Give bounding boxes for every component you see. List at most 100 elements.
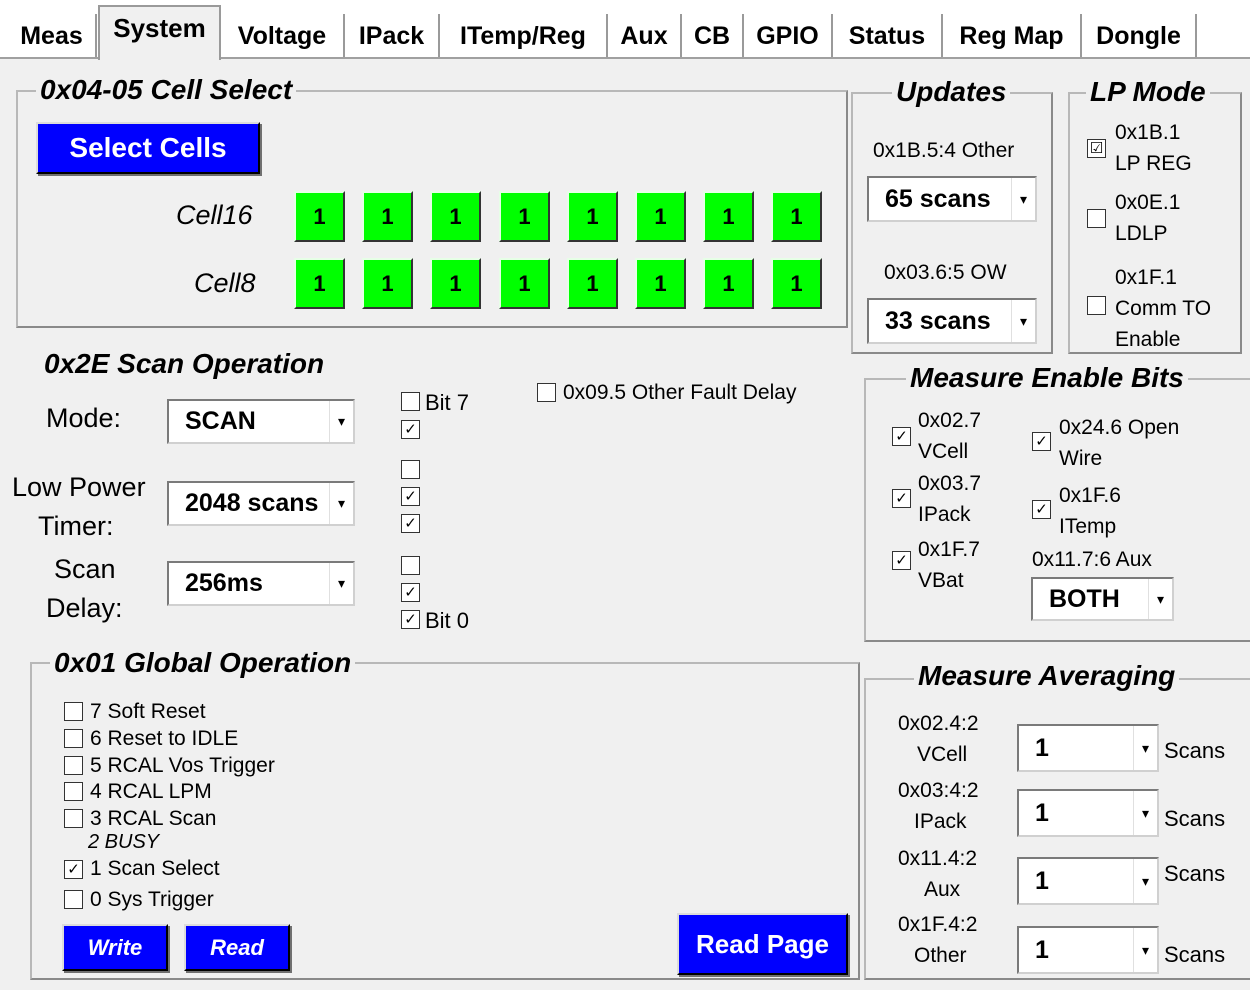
rcal-lpm-checkbox[interactable] (64, 782, 83, 801)
cell-bit-button[interactable]: 1 (430, 258, 481, 309)
cell-bit-button[interactable]: 1 (703, 191, 754, 242)
cell-bit-button[interactable]: 1 (430, 191, 481, 242)
tab-voltage[interactable]: Voltage (221, 14, 345, 58)
aux-enable-label: 0x11.7:6 Aux (1032, 548, 1152, 571)
read-page-button[interactable]: Read Page (677, 913, 848, 975)
mode-dropdown[interactable]: SCAN ▾ (167, 399, 355, 444)
rcal-vos-checkbox[interactable] (64, 756, 83, 775)
updates-ow-dropdown[interactable]: 33 scans ▾ (867, 298, 1037, 344)
cell8-label: Cell8 (194, 268, 256, 298)
cell-bit-button[interactable]: 1 (771, 258, 822, 309)
tab-gpio[interactable]: GPIO (744, 14, 833, 58)
ldlp-checkbox[interactable] (1087, 209, 1106, 228)
tab-system[interactable]: System (98, 5, 221, 60)
cell-bit-button[interactable]: 1 (567, 258, 618, 309)
tab-dongle[interactable]: Dongle (1082, 14, 1197, 58)
itemp-enable-label-2: ITemp (1059, 515, 1117, 538)
sys-trigger-label: 0 Sys Trigger (90, 888, 214, 911)
tab-bar: Meas System Voltage IPack ITemp/Reg Aux … (0, 0, 1250, 60)
cell-bit-button[interactable]: 1 (499, 191, 550, 242)
soft-reset-checkbox[interactable] (64, 702, 83, 721)
reset-idle-checkbox[interactable] (64, 729, 83, 748)
cell-bit-button[interactable]: 1 (635, 191, 686, 242)
cell-bit-button[interactable]: 1 (294, 191, 345, 242)
cell-bit-button[interactable]: 1 (362, 258, 413, 309)
rcal-scan-checkbox[interactable] (64, 809, 83, 828)
vbat-enable-checkbox[interactable]: ✓ (892, 551, 911, 570)
sys-trigger-checkbox[interactable] (64, 890, 83, 909)
avg-vcell-dropdown[interactable]: 1 ▾ (1017, 724, 1159, 772)
scan-bit-1-checkbox[interactable]: ✓ (401, 583, 420, 602)
chevron-down-icon[interactable]: ▾ (1148, 579, 1172, 619)
read-button[interactable]: Read (184, 924, 290, 971)
scan-bit-6-checkbox[interactable]: ✓ (401, 420, 420, 439)
avg-ipack-unit: Scans (1164, 806, 1226, 831)
avg-aux-dropdown[interactable]: 1 ▾ (1017, 857, 1159, 905)
scan-bit-4-checkbox[interactable]: ✓ (401, 487, 420, 506)
chevron-down-icon[interactable]: ▾ (1133, 928, 1157, 972)
rcal-scan-label: 3 RCAL Scan (90, 807, 217, 830)
scan-delay-label-2: Delay: (46, 593, 123, 623)
updates-other-dropdown[interactable]: 65 scans ▾ (867, 176, 1037, 222)
lp-reg-label-2: LP REG (1115, 152, 1192, 175)
chevron-down-icon[interactable]: ▾ (1011, 300, 1035, 342)
ipack-enable-label-1: 0x03.7 (918, 472, 982, 495)
cell-bit-button[interactable]: 1 (499, 258, 550, 309)
vcell-enable-checkbox[interactable]: ✓ (892, 427, 911, 446)
chevron-down-icon[interactable]: ▾ (329, 483, 353, 524)
tab-aux[interactable]: Aux (608, 14, 682, 58)
cell-bit-button[interactable]: 1 (567, 191, 618, 242)
scan-bit-3-checkbox[interactable]: ✓ (401, 514, 420, 533)
avg-vcell-value: 1 (1035, 733, 1049, 762)
chevron-down-icon[interactable]: ▾ (1011, 178, 1035, 220)
fault-delay-checkbox[interactable] (537, 383, 556, 402)
chevron-down-icon[interactable]: ▾ (1133, 726, 1157, 770)
cell-bit-button[interactable]: 1 (362, 191, 413, 242)
cell-bit-button[interactable]: 1 (703, 258, 754, 309)
open-wire-enable-label-2: Wire (1059, 447, 1103, 470)
chevron-down-icon[interactable]: ▾ (1133, 859, 1157, 903)
itemp-enable-label-1: 0x1F.6 (1059, 484, 1121, 507)
chevron-down-icon[interactable]: ▾ (329, 563, 353, 604)
aux-enable-value: BOTH (1049, 584, 1120, 613)
cell-bit-button[interactable]: 1 (771, 191, 822, 242)
tab-status[interactable]: Status (833, 14, 943, 58)
tab-meas[interactable]: Meas (8, 14, 97, 58)
scan-bit-0-checkbox[interactable]: ✓ (401, 610, 420, 629)
avg-aux-name: Aux (924, 878, 961, 901)
chevron-down-icon[interactable]: ▾ (1133, 791, 1157, 835)
cell-bit-button[interactable]: 1 (635, 258, 686, 309)
aux-enable-dropdown[interactable]: BOTH ▾ (1031, 577, 1174, 621)
avg-aux-value: 1 (1035, 866, 1049, 895)
fault-delay-label: 0x09.5 Other Fault Delay (563, 381, 797, 404)
scan-bit-2-checkbox[interactable] (401, 556, 420, 575)
ipack-enable-label-2: IPack (918, 503, 971, 526)
rcal-lpm-label: 4 RCAL LPM (90, 780, 212, 803)
tab-ipack[interactable]: IPack (345, 14, 440, 58)
write-button[interactable]: Write (62, 924, 168, 971)
global-op-title: 0x01 Global Operation (50, 647, 356, 679)
tab-reg-map[interactable]: Reg Map (943, 14, 1082, 58)
chevron-down-icon[interactable]: ▾ (329, 401, 353, 442)
avg-vcell-name: VCell (917, 743, 968, 766)
open-wire-enable-checkbox[interactable]: ✓ (1032, 432, 1051, 451)
tab-itemp-reg[interactable]: ITemp/Reg (440, 14, 608, 58)
avg-ipack-dropdown[interactable]: 1 ▾ (1017, 789, 1159, 837)
lp-timer-dropdown[interactable]: 2048 scans ▾ (167, 481, 355, 526)
scan-delay-dropdown[interactable]: 256ms ▾ (167, 561, 355, 606)
cell-bit-button[interactable]: 1 (294, 258, 345, 309)
avg-ipack-reg: 0x03:4:2 (898, 779, 979, 802)
tab-cb[interactable]: CB (682, 14, 744, 58)
select-cells-button[interactable]: Select Cells (36, 122, 260, 174)
scan-select-checkbox[interactable]: ✓ (64, 860, 83, 879)
scan-select-label: 1 Scan Select (90, 857, 220, 880)
lp-reg-checkbox[interactable]: ☑ (1087, 139, 1106, 158)
cell16-label: Cell16 (176, 200, 253, 230)
scan-bit-5-checkbox[interactable] (401, 460, 420, 479)
itemp-enable-checkbox[interactable]: ✓ (1032, 500, 1051, 519)
ipack-enable-checkbox[interactable]: ✓ (892, 489, 911, 508)
comm-to-checkbox[interactable] (1087, 296, 1106, 315)
ldlp-label-1: 0x0E.1 (1115, 191, 1181, 214)
scan-bit-7-checkbox[interactable] (401, 392, 420, 411)
avg-other-dropdown[interactable]: 1 ▾ (1017, 926, 1159, 974)
